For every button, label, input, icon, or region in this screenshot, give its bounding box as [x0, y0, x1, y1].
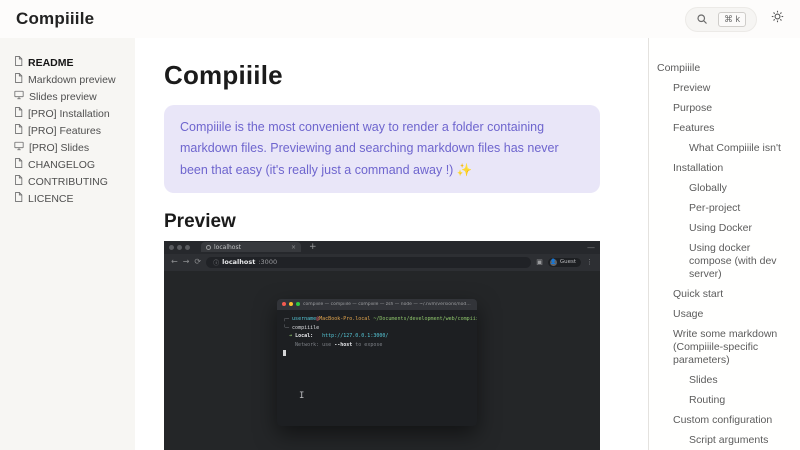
- slides-icon: [14, 90, 24, 103]
- toc-item[interactable]: Compiiile: [657, 62, 792, 75]
- sidebar-item-licence[interactable]: LICENCE: [14, 194, 135, 203]
- browser-tab[interactable]: localhost ×: [201, 242, 301, 252]
- toc-item[interactable]: Quick start: [657, 288, 792, 301]
- file-icon: [14, 73, 23, 86]
- back-icon[interactable]: ←: [171, 258, 178, 266]
- site-info-icon: ⓘ: [213, 258, 219, 267]
- toc-item[interactable]: Slides: [657, 374, 792, 387]
- toc-item[interactable]: Custom configuration: [657, 414, 792, 427]
- terminal-zoom-icon: [296, 302, 300, 306]
- file-sidebar: README Markdown preview Slides preview […: [0, 38, 135, 450]
- terminal-prompt-line: ╭─ username@MacBook-Pro.local ~/Document…: [283, 315, 471, 324]
- page-title: Compiiile: [164, 60, 600, 91]
- preview-heading: Preview: [164, 211, 600, 233]
- sidebar-item-label: [PRO] Features: [28, 125, 101, 137]
- sun-icon: [771, 10, 784, 28]
- avatar-icon: 👤: [550, 259, 557, 266]
- text-cursor-ibeam: I: [299, 391, 304, 401]
- file-icon: [14, 124, 23, 137]
- theme-toggle-button[interactable]: [771, 10, 784, 28]
- terminal-minimize-icon: [289, 302, 293, 306]
- sidebar-item-pro-slides[interactable]: [PRO] Slides: [14, 143, 135, 152]
- browser-toolbar: ← → ⟳ ⓘ localhost:3000 ▣ 👤 Guest ⋮: [164, 254, 600, 271]
- toc-item[interactable]: Preview: [657, 82, 792, 95]
- sidebar-item-label: README: [28, 57, 74, 69]
- sidebar-item-readme[interactable]: README: [14, 58, 135, 67]
- sidebar-item-label: Slides preview: [29, 91, 97, 103]
- search-icon: [696, 13, 708, 25]
- file-icon: [14, 56, 23, 69]
- toc-item[interactable]: Installation: [657, 162, 792, 175]
- sidebar-item-slides-preview[interactable]: Slides preview: [14, 92, 135, 101]
- toc-item[interactable]: Routing: [657, 394, 792, 407]
- info-callout: Compiiile is the most convenient way to …: [164, 105, 600, 193]
- sidebar-item-markdown-preview[interactable]: Markdown preview: [14, 75, 135, 84]
- terminal-title: compiiile — compiiile — compiiile — zsh …: [303, 302, 472, 307]
- sidebar-item-label: [PRO] Installation: [28, 108, 110, 120]
- sidebar-item-label: [PRO] Slides: [29, 142, 89, 154]
- sidebar-item-pro-installation[interactable]: [PRO] Installation: [14, 109, 135, 118]
- slides-icon: [14, 141, 24, 154]
- terminal-cursor-line: [283, 350, 471, 359]
- toc-item[interactable]: Purpose: [657, 102, 792, 115]
- url-host: localhost: [222, 258, 255, 266]
- sidebar-item-pro-features[interactable]: [PRO] Features: [14, 126, 135, 135]
- file-icon: [14, 158, 23, 171]
- file-icon: [14, 107, 23, 120]
- main-content: Compiiile Compiiile is the most convenie…: [135, 38, 648, 450]
- preview-screenshot: localhost × + — ← → ⟳ ⓘ localhost:3000 ▣…: [164, 241, 600, 450]
- sidebar-item-label: LICENCE: [28, 193, 74, 205]
- side-panel-icon[interactable]: ▣: [536, 258, 543, 266]
- toc-item[interactable]: Script arguments: [657, 434, 792, 447]
- search-shortcut-badge: ⌘ k: [718, 12, 746, 27]
- toc-item[interactable]: Features: [657, 122, 792, 135]
- sidebar-item-label: CONTRIBUTING: [28, 176, 108, 188]
- terminal-window: compiiile — compiiile — compiiile — zsh …: [277, 299, 477, 426]
- site-logo[interactable]: Compiiile: [16, 9, 94, 29]
- terminal-network-line: Network: use --host to expose: [283, 341, 471, 350]
- terminal-body: ╭─ username@MacBook-Pro.local ~/Document…: [277, 310, 477, 364]
- traffic-light-zoom: [185, 245, 190, 250]
- toc-item[interactable]: Usage: [657, 308, 792, 321]
- profile-name: Guest: [560, 259, 576, 265]
- favicon-globe-icon: [206, 245, 211, 250]
- address-bar[interactable]: ⓘ localhost:3000: [206, 257, 531, 268]
- forward-icon[interactable]: →: [183, 258, 190, 266]
- reload-icon[interactable]: ⟳: [194, 258, 201, 266]
- new-tab-button[interactable]: +: [309, 243, 317, 252]
- sidebar-item-label: Markdown preview: [28, 74, 116, 86]
- file-icon: [14, 175, 23, 188]
- toc-item[interactable]: Using docker compose (with dev server): [657, 242, 792, 281]
- toc-item[interactable]: What Compiiile isn't: [657, 142, 792, 155]
- profile-badge[interactable]: 👤 Guest: [548, 258, 581, 267]
- terminal-cursor: [283, 350, 286, 356]
- tab-title: localhost: [214, 244, 241, 251]
- browser-viewport: compiiile — compiiile — compiiile — zsh …: [164, 271, 600, 450]
- app-header: Compiiile ⌘ k: [0, 0, 800, 38]
- terminal-titlebar: compiiile — compiiile — compiiile — zsh …: [277, 299, 477, 310]
- window-minimize-icon: —: [587, 243, 595, 252]
- tab-close-icon[interactable]: ×: [291, 244, 296, 251]
- search-button[interactable]: ⌘ k: [685, 7, 757, 32]
- file-icon: [14, 192, 23, 205]
- sidebar-item-label: CHANGELOG: [28, 159, 95, 171]
- toc-item[interactable]: Globally: [657, 182, 792, 195]
- terminal-command-line: ╰─ compiiile: [283, 324, 471, 333]
- terminal-local-line: ➜ Local: http://127.0.0.1:3000/: [283, 332, 471, 341]
- browser-tabstrip: localhost × + —: [164, 241, 600, 254]
- header-controls: ⌘ k: [685, 7, 784, 32]
- traffic-light-minimize: [177, 245, 182, 250]
- table-of-contents: Compiiile Preview Purpose Features What …: [648, 38, 800, 450]
- traffic-light-close: [169, 245, 174, 250]
- terminal-close-icon: [282, 302, 286, 306]
- sidebar-item-changelog[interactable]: CHANGELOG: [14, 160, 135, 169]
- sidebar-item-contributing[interactable]: CONTRIBUTING: [14, 177, 135, 186]
- toc-item[interactable]: Write some markdown (Compiiile-specific …: [657, 328, 792, 367]
- url-port: :3000: [258, 258, 277, 266]
- more-menu-icon[interactable]: ⋮: [586, 258, 593, 266]
- toc-item[interactable]: Per-project: [657, 202, 792, 215]
- toc-item[interactable]: Using Docker: [657, 222, 792, 235]
